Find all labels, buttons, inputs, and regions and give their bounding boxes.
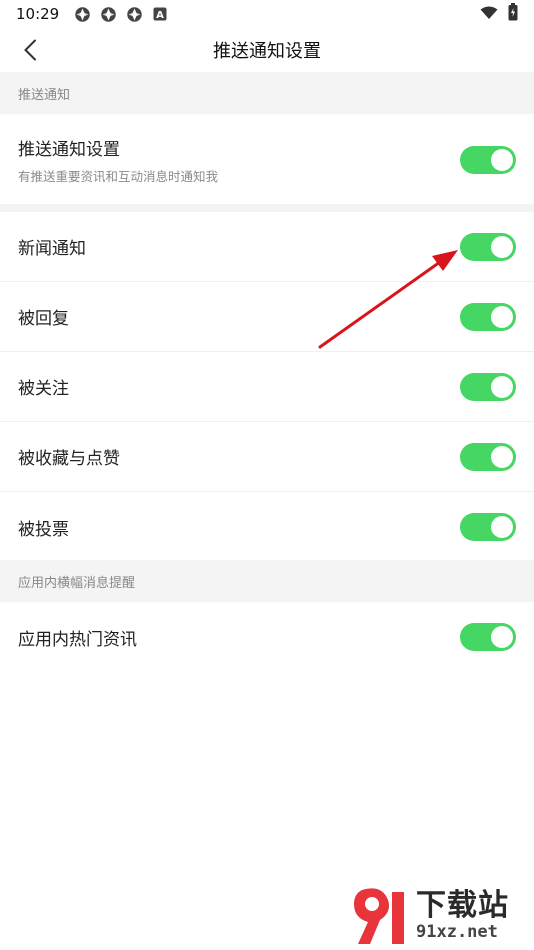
wifi-icon bbox=[480, 5, 498, 24]
vote-toggle[interactable] bbox=[460, 513, 516, 541]
setting-row-vote: 被投票 bbox=[0, 492, 534, 562]
reply-toggle[interactable] bbox=[460, 302, 516, 331]
battery-icon bbox=[508, 3, 518, 25]
back-button[interactable] bbox=[14, 34, 46, 66]
row-label: 被收藏与点赞 bbox=[18, 449, 120, 469]
row-label: 应用内热门资讯 bbox=[18, 629, 137, 650]
section-divider bbox=[0, 204, 534, 212]
watermark-url: 91xz.net bbox=[416, 922, 498, 942]
watermark-text: 下载站 91xz.net bbox=[416, 888, 509, 943]
section-header-push: 推送通知 bbox=[0, 72, 534, 114]
app-notify-icon bbox=[125, 5, 143, 23]
setting-row-hot-news: 应用内热门资讯 bbox=[0, 602, 534, 672]
follow-toggle[interactable] bbox=[460, 372, 516, 401]
section-header-banner: 应用内横幅消息提醒 bbox=[0, 560, 534, 602]
setting-row-reply: 被回复 bbox=[0, 282, 534, 352]
toggle-knob bbox=[491, 235, 513, 258]
app-notify-icon bbox=[99, 5, 117, 23]
row-label: 被投票 bbox=[18, 519, 69, 540]
status-time: 10:29 bbox=[16, 5, 60, 23]
watermark-title: 下载站 bbox=[416, 888, 509, 923]
row-label: 新闻通知 bbox=[18, 239, 86, 259]
setting-row-favorite-like: 被收藏与点赞 bbox=[0, 422, 534, 492]
page-title: 推送通知设置 bbox=[213, 41, 321, 62]
toggle-knob bbox=[491, 375, 513, 398]
chevron-left-icon bbox=[24, 39, 36, 61]
hot-news-toggle[interactable] bbox=[460, 623, 516, 651]
app-notify-icon bbox=[73, 5, 91, 23]
toggle-knob bbox=[491, 516, 513, 538]
setting-row-news: 新闻通知 bbox=[0, 212, 534, 282]
row-label: 被回复 bbox=[18, 309, 69, 329]
status-bar: 10:29 A bbox=[0, 0, 534, 28]
toggle-knob bbox=[491, 626, 513, 648]
news-toggle[interactable] bbox=[460, 232, 516, 261]
watermark: 下载站 91xz.net bbox=[348, 886, 528, 946]
toggle-knob bbox=[491, 445, 513, 468]
row-text: 推送通知设置 有推送重要资讯和互动消息时通知我 bbox=[18, 135, 218, 185]
a-badge-text: A bbox=[156, 10, 164, 21]
status-right bbox=[480, 3, 518, 25]
a-badge-icon: A bbox=[151, 5, 169, 23]
toggle-knob bbox=[491, 305, 513, 328]
row-label: 被关注 bbox=[18, 379, 69, 399]
toggle-knob bbox=[491, 149, 513, 171]
row-desc: 有推送重要资讯和互动消息时通知我 bbox=[18, 169, 219, 184]
row-label: 推送通知设置 bbox=[18, 140, 120, 160]
nav-bar: 推送通知设置 bbox=[0, 28, 534, 72]
setting-row-follow: 被关注 bbox=[0, 352, 534, 422]
setting-row-push-main: 推送通知设置 有推送重要资讯和互动消息时通知我 bbox=[0, 114, 534, 206]
watermark-logo-icon bbox=[354, 888, 404, 944]
screen: 10:29 A 推送通知设置 推送通知 推送通知设置 有推送重要资讯和互动消息时… bbox=[0, 0, 534, 950]
favorite-like-toggle[interactable] bbox=[460, 442, 516, 471]
push-main-toggle[interactable] bbox=[460, 146, 516, 174]
